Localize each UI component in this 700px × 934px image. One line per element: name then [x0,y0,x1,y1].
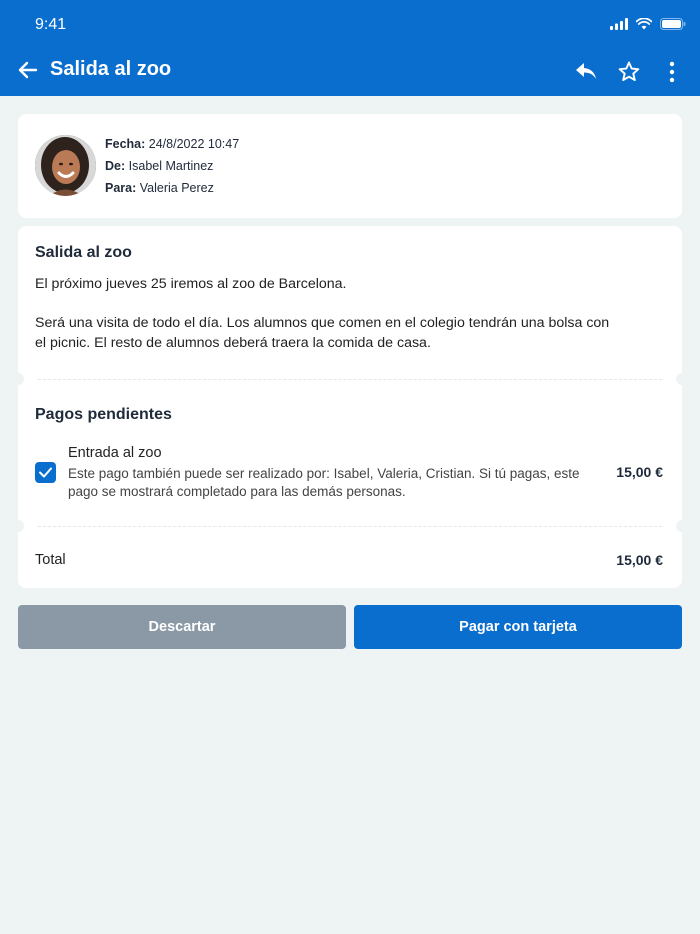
message-paragraph: Será una visita de todo el día. Los alum… [35,315,610,331]
meta-date-value: 24/8/2022 10:47 [148,137,240,151]
app-bar: 9:41 Salida al zoo [0,0,700,96]
avatar-portrait [35,135,96,196]
pay-with-card-button[interactable]: Pagar con tarjeta [354,605,682,649]
ticket-notch [676,373,688,385]
message-title: Salida al zoo [35,244,132,261]
status-icons [610,18,686,30]
header-row: Salida al zoo [0,48,700,94]
payment-item-description: Este pago también puede ser realizado po… [68,466,580,499]
payment-item-name: Entrada al zoo [68,445,162,461]
message-paragraph: el picnic. El resto de alumnos deberá tr… [35,335,431,351]
payments-title: Pagos pendientes [35,406,172,423]
meta-from-value: Isabel Martinez [128,159,214,173]
back-arrow-icon[interactable] [16,58,40,82]
battery-icon [660,18,686,30]
ticket-notch [676,520,688,532]
more-vertical-icon[interactable] [660,60,684,84]
message-body-card: Salida al zoo El próximo jueves 25 iremo… [12,226,688,588]
meta-from-label: De: [105,159,126,173]
ticket-notch [12,373,24,385]
payment-item-amount: 15,00 € [616,464,663,480]
meta-date: Fecha: 24/8/2022 10:47 [105,137,239,151]
payment-checkbox[interactable] [35,462,56,483]
status-time: 9:41 [35,16,67,33]
ticket-notch [12,520,24,532]
total-label: Total [35,552,66,568]
star-icon[interactable] [617,60,641,84]
wifi-icon [636,18,652,30]
check-icon [39,467,52,478]
divider [38,526,662,527]
total-amount: 15,00 € [616,552,663,568]
message-meta-card: Fecha: 24/8/2022 10:47 De: Isabel Martin… [18,114,682,218]
meta-to-label: Para: [105,181,137,195]
reply-icon[interactable] [574,60,598,82]
divider [38,379,662,380]
meta-to-value: Valeria Perez [139,181,214,195]
meta-from: De: Isabel Martinez [105,159,213,173]
message-paragraph: El próximo jueves 25 iremos al zoo de Ba… [35,276,347,292]
page-title: Salida al zoo [50,58,172,80]
meta-date-label: Fecha: [105,137,146,151]
avatar [35,135,96,196]
discard-button[interactable]: Descartar [18,605,346,649]
signal-icon [610,18,628,30]
meta-to: Para: Valeria Perez [105,181,214,195]
